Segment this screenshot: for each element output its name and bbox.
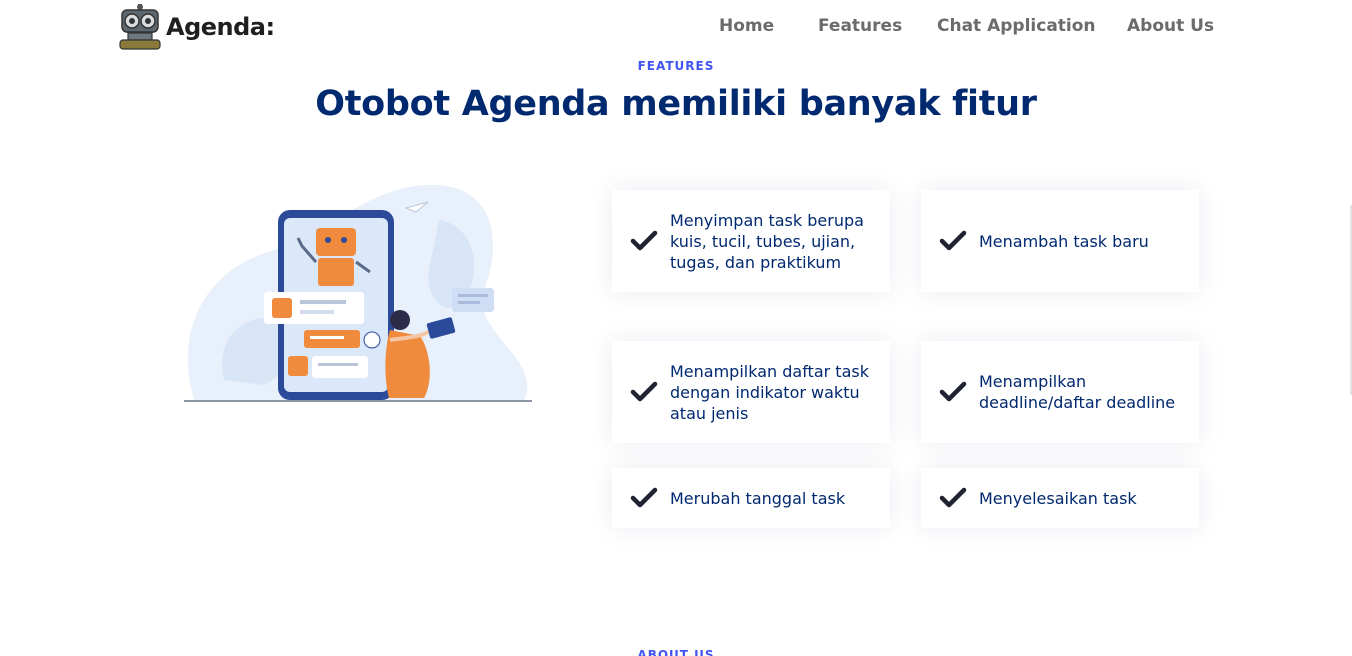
check-icon <box>939 381 967 402</box>
feature-card: Menyelesaikan task <box>921 468 1199 528</box>
feature-card: Menampilkan daftar task dengan indikator… <box>612 341 890 443</box>
check-icon <box>630 487 658 508</box>
section-eyebrow: FEATURES <box>637 59 715 73</box>
feature-card: Menampilkan deadline/daftar deadline <box>921 341 1199 443</box>
robot-chat-illustration <box>184 184 532 402</box>
feature-card: Merubah tanggal task <box>612 468 890 528</box>
check-icon <box>630 230 658 251</box>
feature-text: Menampilkan daftar task dengan indikator… <box>670 361 869 423</box>
nav-home-link[interactable]: Home <box>719 16 774 36</box>
feature-text: Menyelesaikan task <box>979 488 1137 508</box>
feature-text: Merubah tanggal task <box>670 488 846 508</box>
section-title: Otobot Agenda memiliki banyak fitur <box>315 84 1037 124</box>
nav-features-link[interactable]: Features <box>818 16 902 36</box>
check-icon <box>939 230 967 251</box>
feature-text: Menambah task baru <box>979 231 1149 251</box>
about-section-eyebrow: ABOUT US <box>637 648 715 656</box>
check-icon <box>630 381 658 402</box>
check-icon <box>939 487 967 508</box>
feature-card: Menyimpan task berupa kuis, tucil, tubes… <box>612 190 890 292</box>
feature-text: Menampilkan deadline/daftar deadline <box>979 372 1176 412</box>
nav-chat-application-link[interactable]: Chat Application <box>937 16 1096 36</box>
feature-text: Menyimpan task berupa kuis, tucil, tubes… <box>670 210 864 272</box>
nav-about-us-link[interactable]: About Us <box>1127 16 1214 36</box>
page: Agenda: Home Features Chat Application A… <box>0 0 1352 656</box>
main-nav: Home Features Chat Application About Us <box>0 16 1352 40</box>
feature-card: Menambah task baru <box>921 190 1199 292</box>
